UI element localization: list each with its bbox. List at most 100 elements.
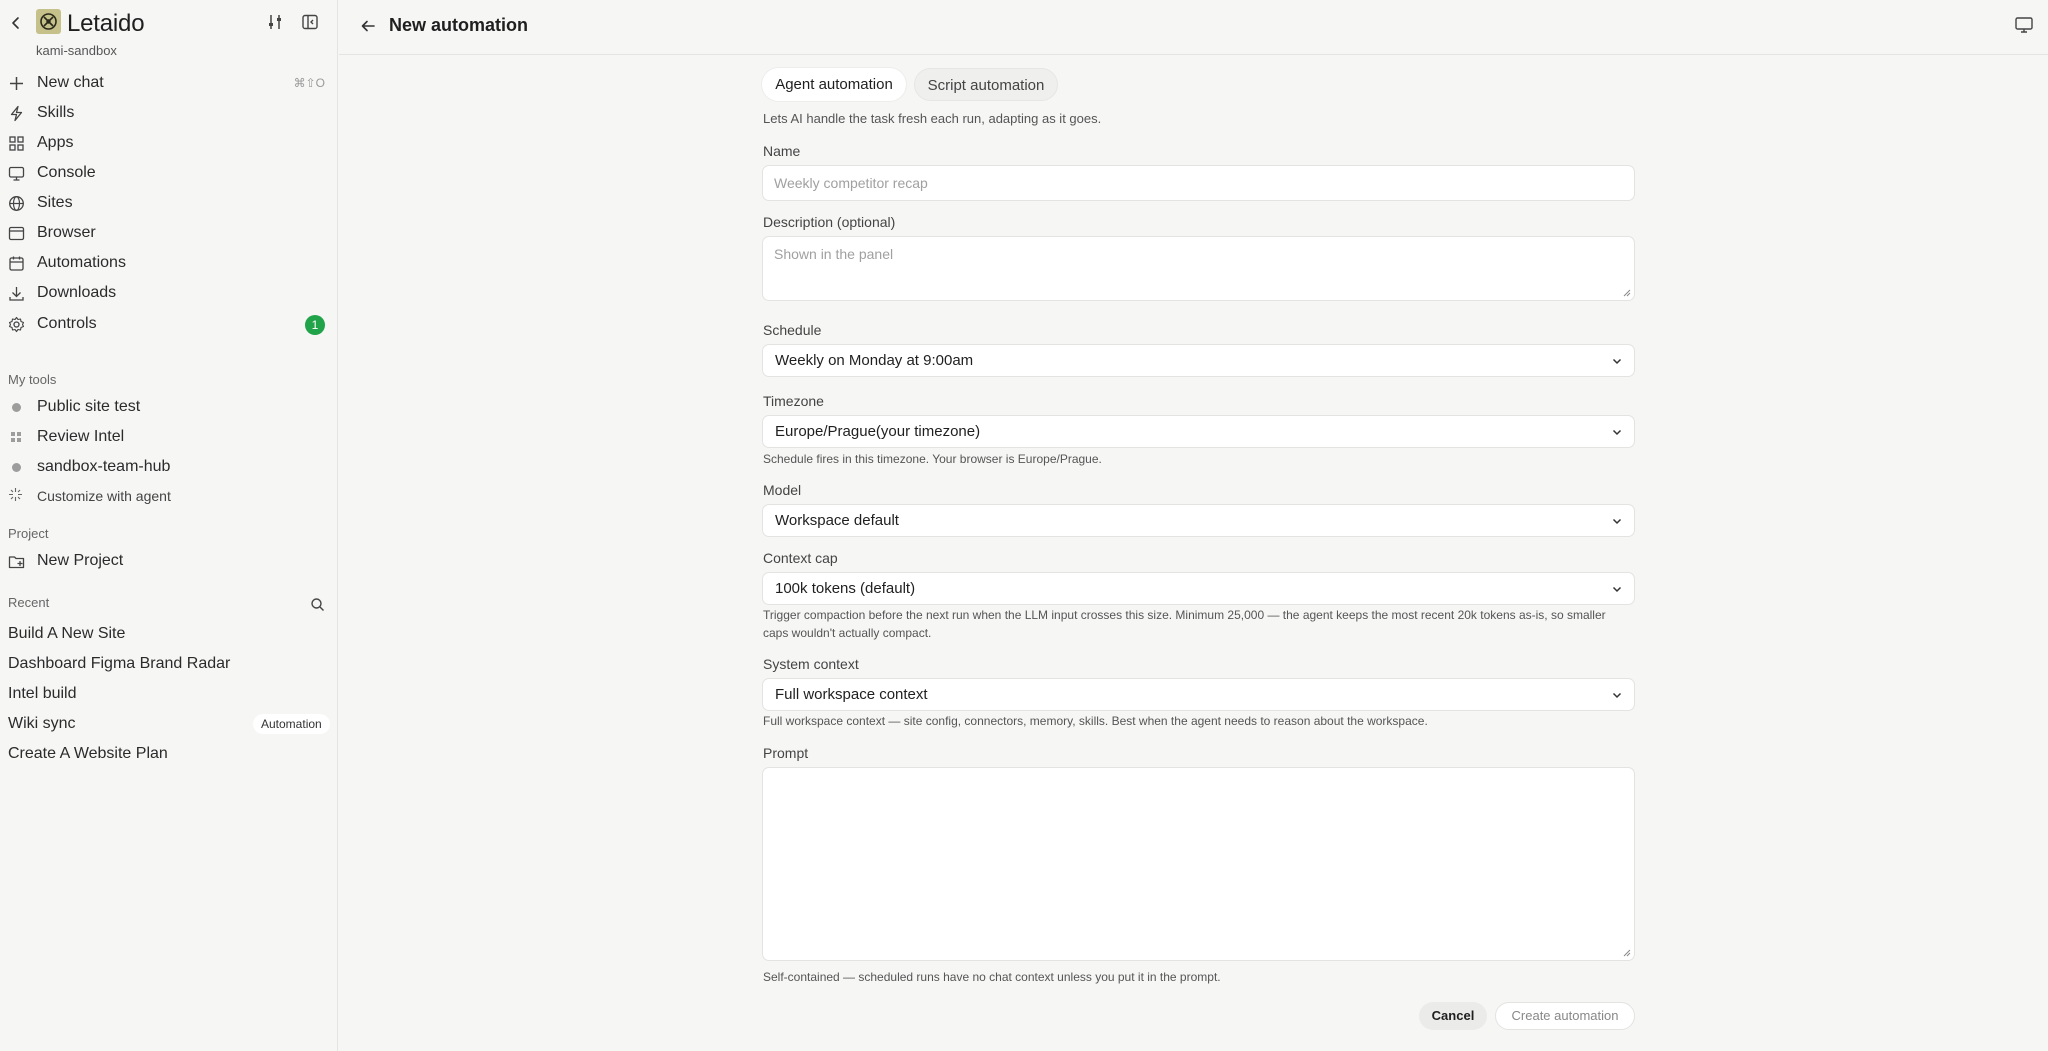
schedule-label: Schedule xyxy=(763,322,822,338)
name-label: Name xyxy=(763,143,801,159)
prompt-help: Self-contained — scheduled runs have no … xyxy=(763,970,1221,984)
sidebar: Letaido kami-sandbox New chat ⌘⇧O Skills… xyxy=(0,0,338,1051)
tool-dot-icon xyxy=(12,403,21,412)
tool-label: Public site test xyxy=(37,398,141,415)
sparkle-icon xyxy=(9,488,22,501)
nav-controls[interactable]: Controls 1 xyxy=(0,310,338,338)
workspace-name[interactable]: kami-sandbox xyxy=(36,43,117,58)
monitor-icon[interactable] xyxy=(2014,16,2034,34)
project-heading: Project xyxy=(8,526,49,541)
automation-tag: Automation xyxy=(253,714,330,734)
my-tools-heading: My tools xyxy=(8,372,57,387)
shortcut-hint: ⌘⇧O xyxy=(293,76,325,90)
model-select[interactable]: Workspace default xyxy=(762,504,1635,537)
model-label: Model xyxy=(763,482,802,498)
recent-label: Build A New Site xyxy=(8,625,126,642)
tab-script-automation[interactable]: Script automation xyxy=(914,68,1058,101)
tool-label: Customize with agent xyxy=(37,488,171,504)
tool-sandbox-team-hub[interactable]: sandbox-team-hub xyxy=(0,454,338,480)
recent-label: Intel build xyxy=(8,685,77,702)
logo-mark-icon xyxy=(40,13,57,30)
nav-apps[interactable]: Apps xyxy=(0,129,338,157)
tool-label: sandbox-team-hub xyxy=(37,458,171,475)
nav-label: Controls xyxy=(37,315,97,332)
schedule-select[interactable]: Weekly on Monday at 9:00am xyxy=(762,344,1635,377)
brand-name: Letaido xyxy=(67,10,145,37)
recent-item[interactable]: Intel build xyxy=(8,681,328,707)
nav-label: Downloads xyxy=(37,284,117,301)
recent-label: Dashboard Figma Brand Radar xyxy=(8,655,231,672)
arrow-left-icon[interactable] xyxy=(359,17,377,35)
prompt-label: Prompt xyxy=(763,745,809,761)
tool-label: Review Intel xyxy=(37,428,125,445)
description-label: Description (optional) xyxy=(763,214,896,230)
nav-label: Apps xyxy=(37,134,74,151)
browser-window-icon xyxy=(8,226,25,241)
resize-grip-icon[interactable] xyxy=(1623,949,1631,957)
model-value: Workspace default xyxy=(775,512,899,529)
gear-icon xyxy=(8,316,25,333)
recent-label: Create A Website Plan xyxy=(8,745,168,762)
plus-icon xyxy=(10,77,23,90)
cancel-button[interactable]: Cancel xyxy=(1419,1002,1487,1030)
app-grid-icon xyxy=(11,432,21,442)
nav-label: Sites xyxy=(37,194,73,211)
description-placeholder: Shown in the panel xyxy=(774,246,894,262)
recent-item[interactable]: Create A Website Plan xyxy=(8,741,328,767)
nav-sites[interactable]: Sites xyxy=(0,189,338,217)
notification-badge: 1 xyxy=(305,315,325,335)
calendar-icon xyxy=(9,256,24,271)
collapse-sidebar-icon[interactable] xyxy=(301,13,319,31)
name-input[interactable]: Weekly competitor recap xyxy=(762,165,1635,201)
brand-row: Letaido xyxy=(0,9,338,37)
bolt-icon xyxy=(10,105,23,122)
system-context-label: System context xyxy=(763,656,859,672)
chevron-down-icon xyxy=(1612,586,1622,593)
nav-label: New chat xyxy=(37,74,104,91)
timezone-select[interactable]: Europe/Prague(your timezone) xyxy=(762,415,1635,448)
new-project[interactable]: New Project xyxy=(0,548,338,574)
recent-item[interactable]: Build A New Site xyxy=(8,621,328,647)
tool-public-site-test[interactable]: Public site test xyxy=(0,394,338,420)
nav-browser[interactable]: Browser xyxy=(0,219,338,247)
nav-label: Automations xyxy=(37,254,126,271)
schedule-value: Weekly on Monday at 9:00am xyxy=(775,352,974,369)
nav-skills[interactable]: Skills xyxy=(0,99,338,127)
tool-review-intel[interactable]: Review Intel xyxy=(0,424,338,450)
timezone-help: Schedule fires in this timezone. Your br… xyxy=(763,452,1102,466)
context-cap-select[interactable]: 100k tokens (default) xyxy=(762,572,1635,605)
system-context-value: Full workspace context xyxy=(775,686,928,703)
tool-label: New Project xyxy=(37,552,124,569)
create-automation-button[interactable]: Create automation xyxy=(1495,1002,1635,1030)
context-cap-label: Context cap xyxy=(763,550,838,566)
recent-item[interactable]: Wiki sync Automation xyxy=(8,711,330,737)
nav-automations[interactable]: Automations xyxy=(0,249,338,277)
chevron-down-icon xyxy=(1612,692,1622,699)
prompt-textarea[interactable] xyxy=(762,767,1635,961)
sliders-icon[interactable] xyxy=(266,13,284,31)
system-context-select[interactable]: Full workspace context xyxy=(762,678,1635,711)
resize-grip-icon[interactable] xyxy=(1623,289,1631,297)
chevron-left-icon[interactable] xyxy=(9,14,23,32)
description-textarea[interactable]: Shown in the panel xyxy=(762,236,1635,301)
recent-heading: Recent xyxy=(8,595,50,610)
brand-logo xyxy=(36,9,61,34)
download-icon xyxy=(9,287,24,301)
chevron-down-icon xyxy=(1612,358,1622,365)
tab-agent-automation[interactable]: Agent automation xyxy=(762,68,906,101)
nav-new-chat[interactable]: New chat ⌘⇧O xyxy=(0,69,338,97)
search-icon[interactable] xyxy=(310,597,325,612)
recent-item[interactable]: Dashboard Figma Brand Radar xyxy=(8,651,328,677)
new-folder-icon xyxy=(8,556,25,569)
timezone-label: Timezone xyxy=(763,393,824,409)
timezone-value: Europe/Prague(your timezone) xyxy=(775,423,981,440)
nav-label: Console xyxy=(37,164,96,181)
name-placeholder: Weekly competitor recap xyxy=(774,175,928,191)
nav-console[interactable]: Console xyxy=(0,159,338,187)
nav-label: Browser xyxy=(37,224,96,241)
context-cap-value: 100k tokens (default) xyxy=(775,580,916,597)
top-bar: New automation xyxy=(339,0,2048,55)
customize-with-agent[interactable]: Customize with agent xyxy=(0,482,338,508)
nav-downloads[interactable]: Downloads xyxy=(0,279,338,307)
tool-dot-icon xyxy=(12,463,21,472)
